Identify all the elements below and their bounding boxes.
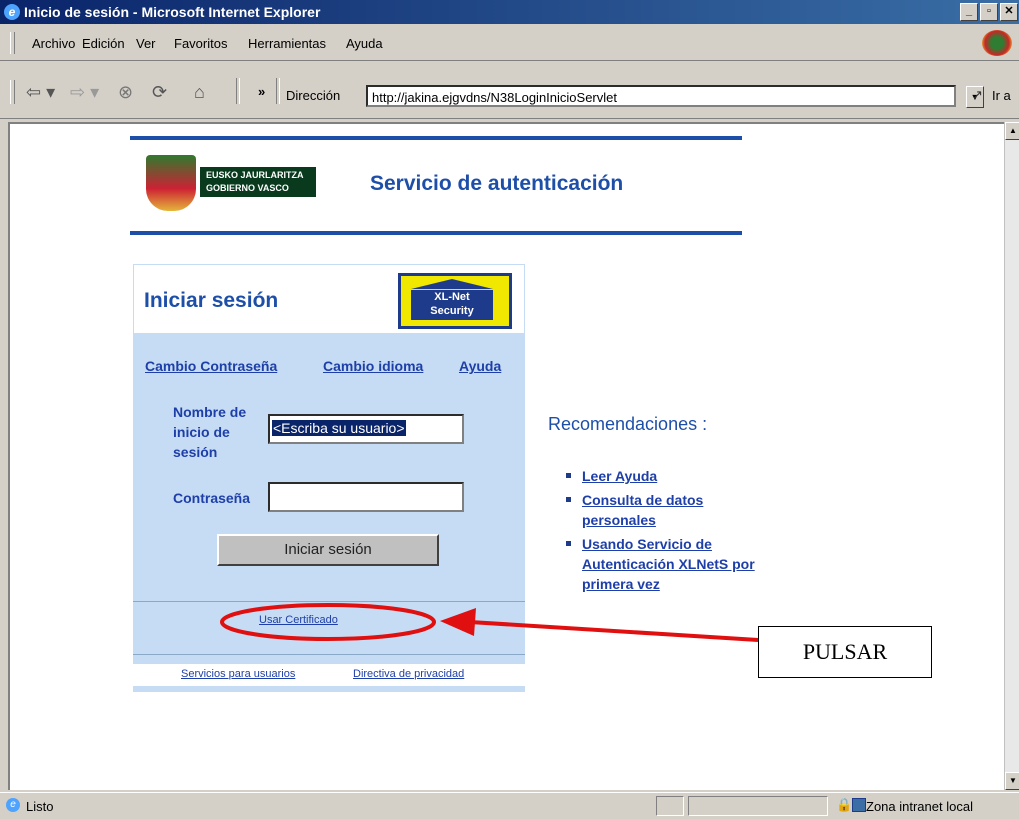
status-bar: e Listo 🔒 Zona intranet local	[0, 792, 1019, 819]
page-icon: e	[6, 798, 20, 812]
annotation-arrow-line	[469, 620, 759, 642]
highlight-ellipse	[220, 603, 436, 641]
status-panel	[688, 796, 828, 816]
annotation-overlay	[220, 603, 759, 642]
security-zone: Zona intranet local	[866, 799, 973, 814]
status-panel	[656, 796, 684, 816]
lock-icon: 🔒	[836, 797, 853, 812]
status-text: Listo	[26, 799, 54, 814]
arrow-head-icon	[440, 608, 476, 636]
pulsar-callout: PULSAR	[758, 626, 932, 678]
intranet-zone-icon	[852, 798, 866, 812]
